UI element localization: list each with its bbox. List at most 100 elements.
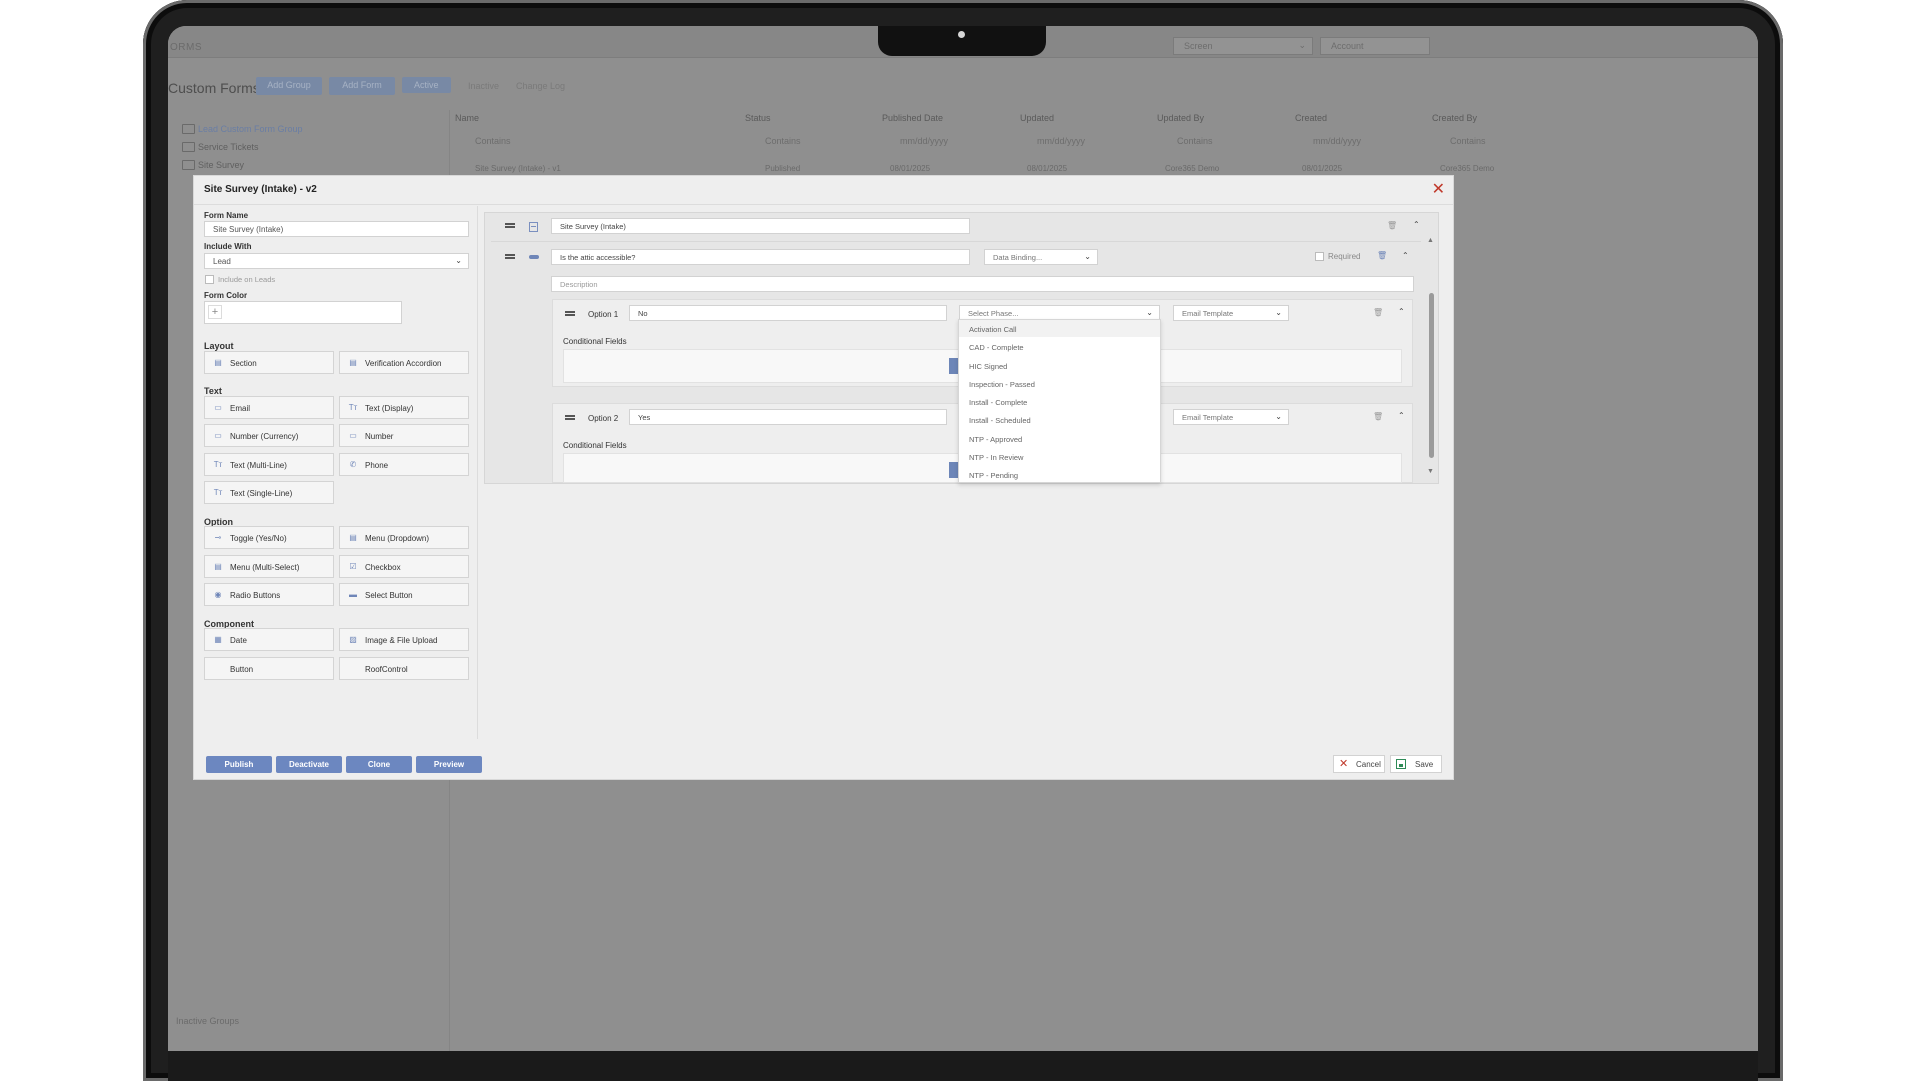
menu-item-ntp-approved[interactable]: NTP - Approved xyxy=(969,435,1022,444)
filter-created[interactable]: mm/dd/yyyy xyxy=(1313,136,1361,146)
tile-phone[interactable]: ✆ Phone xyxy=(339,453,469,476)
email-template-select[interactable]: Email Template ⌄ xyxy=(1173,409,1289,425)
trash-icon[interactable]: 🗑 xyxy=(1373,412,1383,421)
sidebar-item-site-survey[interactable]: Site Survey xyxy=(181,160,244,170)
modal-title: Site Survey (Intake) - v2 xyxy=(204,184,317,195)
chevron-up-icon[interactable]: ⌃ xyxy=(1413,220,1420,229)
filter-published-date[interactable]: mm/dd/yyyy xyxy=(900,136,948,146)
number-icon: ▭ xyxy=(349,431,357,440)
filter-status[interactable]: Contains xyxy=(765,136,801,146)
page-title: Custom Forms xyxy=(168,80,260,96)
form-name-input[interactable]: Site Survey (Intake) xyxy=(204,221,469,237)
form-color-picker[interactable]: + xyxy=(204,301,402,324)
menu-item-inspection-passed[interactable]: Inspection - Passed xyxy=(969,380,1035,389)
account-select[interactable]: Account xyxy=(1320,37,1430,55)
tile-select-button[interactable]: ▬ Select Button xyxy=(339,583,469,606)
scroll-up-icon[interactable]: ▲ xyxy=(1427,237,1434,244)
tile-button[interactable]: Button xyxy=(204,657,334,680)
menu-item-activation-call[interactable]: Activation Call xyxy=(969,325,1017,334)
drag-handle-icon[interactable] xyxy=(505,223,515,228)
deactivate-button[interactable]: Deactivate xyxy=(276,756,342,773)
description-input[interactable]: Description xyxy=(551,276,1414,292)
trash-icon[interactable]: 🗑 xyxy=(1377,251,1387,260)
screen-select[interactable]: Screen ⌄ xyxy=(1173,37,1313,55)
tile-text-single-line[interactable]: Tт Text (Single-Line) xyxy=(204,481,334,504)
tile-menu-multi-select[interactable]: ▤ Menu (Multi-Select) xyxy=(204,555,334,578)
tile-number-currency[interactable]: ▭ Number (Currency) xyxy=(204,424,334,447)
layout-heading: Layout xyxy=(204,341,234,351)
scroll-thumb[interactable] xyxy=(1429,293,1434,458)
menu-item-ntp-pending[interactable]: NTP - Pending xyxy=(969,471,1018,480)
tile-radio-buttons[interactable]: ◉ Radio Buttons xyxy=(204,583,334,606)
section-name-input[interactable]: Site Survey (Intake) xyxy=(551,218,970,234)
trash-icon[interactable]: 🗑 xyxy=(1373,308,1383,317)
column-status[interactable]: Status xyxy=(745,113,771,123)
drag-handle-icon[interactable] xyxy=(505,254,515,259)
menu-item-ntp-in-review[interactable]: NTP - In Review xyxy=(969,453,1023,462)
chevron-up-icon[interactable]: ⌃ xyxy=(1402,251,1409,260)
filter-updated[interactable]: mm/dd/yyyy xyxy=(1037,136,1085,146)
sidebar-item-service-tickets[interactable]: Service Tickets xyxy=(182,142,259,152)
column-name[interactable]: Name xyxy=(455,113,479,123)
table-row[interactable]: Site Survey (Intake) - v1 Published 08/0… xyxy=(475,164,1758,174)
inactive-groups-link[interactable]: Inactive Groups xyxy=(176,1016,239,1026)
tab-change-log[interactable]: Change Log xyxy=(516,81,565,91)
filter-updated-by[interactable]: Contains xyxy=(1177,136,1213,146)
tile-section[interactable]: ▤ Section xyxy=(204,351,334,374)
question-input[interactable]: Is the attic accessible? xyxy=(551,249,970,265)
tile-menu-dropdown[interactable]: ▤ Menu (Dropdown) xyxy=(339,526,469,549)
include-with-select[interactable]: Lead ⌄ xyxy=(204,253,469,269)
close-icon[interactable]: ✕ xyxy=(1432,179,1445,199)
tile-verification-accordion[interactable]: ▤ Verification Accordion xyxy=(339,351,469,374)
toggle-icon: ⊸ xyxy=(214,533,222,542)
menu-item-cad-complete[interactable]: CAD - Complete xyxy=(969,343,1024,352)
clone-button[interactable]: Clone xyxy=(346,756,412,773)
tab-active[interactable]: Active xyxy=(402,77,451,93)
column-updated[interactable]: Updated xyxy=(1020,113,1054,123)
column-created-by[interactable]: Created By xyxy=(1432,113,1477,123)
tile-checkbox[interactable]: ☑ Checkbox xyxy=(339,555,469,578)
save-button[interactable]: Save xyxy=(1390,755,1442,773)
trash-icon[interactable]: 🗑 xyxy=(1387,221,1397,230)
add-form-button[interactable]: Add Form xyxy=(329,77,395,95)
required-checkbox[interactable] xyxy=(1315,252,1324,261)
menu-item-install-complete[interactable]: Install - Complete xyxy=(969,398,1027,407)
drag-handle-icon[interactable] xyxy=(565,415,575,420)
drag-handle-icon[interactable] xyxy=(565,311,575,316)
column-created[interactable]: Created xyxy=(1295,113,1327,123)
chevron-up-icon[interactable]: ⌃ xyxy=(1398,411,1405,420)
tile-roofcontrol[interactable]: RoofControl xyxy=(339,657,469,680)
tile-image-file-upload[interactable]: ▨ Image & File Upload xyxy=(339,628,469,651)
tile-text-multi-line[interactable]: Tт Text (Multi-Line) xyxy=(204,453,334,476)
publish-button[interactable]: Publish xyxy=(206,756,272,773)
option-2-input[interactable]: Yes xyxy=(629,409,947,425)
add-group-button[interactable]: Add Group xyxy=(256,77,322,95)
accordion-icon: ▤ xyxy=(349,358,357,367)
include-on-leads-checkbox[interactable] xyxy=(205,275,214,284)
menu-item-hic-signed[interactable]: HIC Signed xyxy=(969,362,1007,371)
cancel-button[interactable]: ✕ Cancel xyxy=(1333,755,1385,773)
tile-date[interactable]: ▦ Date xyxy=(204,628,334,651)
column-updated-by[interactable]: Updated By xyxy=(1157,113,1204,123)
tile-email[interactable]: ▭ Email xyxy=(204,396,334,419)
email-template-select[interactable]: Email Template ⌄ xyxy=(1173,305,1289,321)
column-published-date[interactable]: Published Date xyxy=(882,113,943,123)
filter-created-by[interactable]: Contains xyxy=(1450,136,1486,146)
filter-name[interactable]: Contains xyxy=(475,136,511,146)
tile-text-display[interactable]: Tт Text (Display) xyxy=(339,396,469,419)
preview-button[interactable]: Preview xyxy=(416,756,482,773)
include-on-leads-label: Include on Leads xyxy=(218,275,276,284)
option-1-input[interactable]: No xyxy=(629,305,947,321)
sidebar-item-lead-custom-form-group[interactable]: Lead Custom Form Group xyxy=(182,124,303,134)
builder-scrollbar[interactable]: ▲ ▼ xyxy=(1427,237,1434,513)
radio-icon: ◉ xyxy=(214,590,222,599)
scroll-down-icon[interactable]: ▼ xyxy=(1427,468,1434,475)
tile-toggle[interactable]: ⊸ Toggle (Yes/No) xyxy=(204,526,334,549)
tile-number[interactable]: ▭ Number xyxy=(339,424,469,447)
close-icon: ✕ xyxy=(1339,758,1349,770)
data-binding-select[interactable]: Data Binding... ⌄ xyxy=(984,249,1098,265)
tab-inactive[interactable]: Inactive xyxy=(468,81,499,91)
menu-item-install-scheduled[interactable]: Install - Scheduled xyxy=(969,416,1031,425)
chevron-up-icon[interactable]: ⌃ xyxy=(1398,307,1405,316)
plus-icon[interactable]: + xyxy=(208,305,222,319)
